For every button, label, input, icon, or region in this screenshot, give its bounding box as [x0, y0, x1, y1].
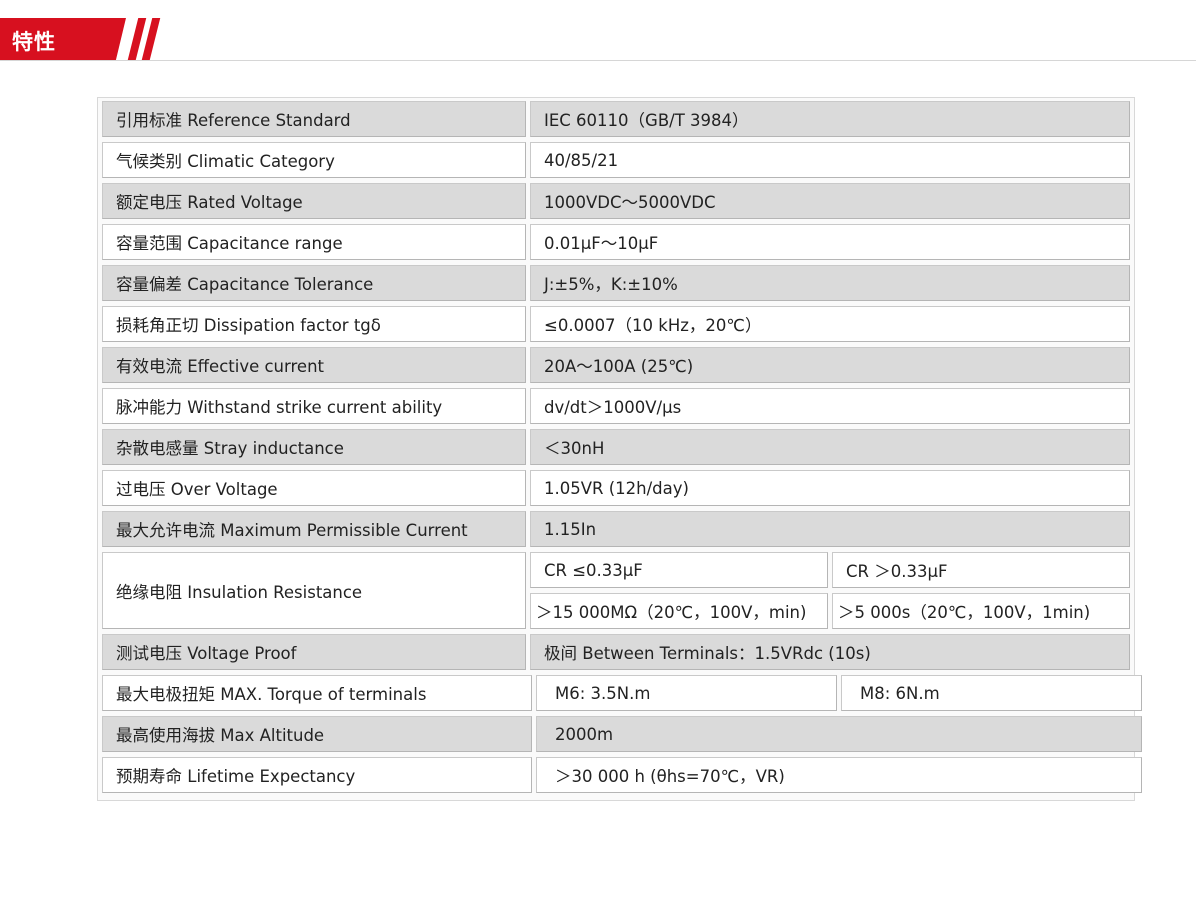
spec-value: 1.15In: [530, 511, 1130, 547]
torque-values: M6: 3.5N.m M8: 6N.m: [536, 675, 1142, 711]
spec-label: 额定电压 Rated Voltage: [102, 183, 526, 219]
spec-row-strike-current: 脉冲能力 Withstand strike current ability dv…: [102, 388, 1130, 424]
insulation-value-high: ＞5 000s（20℃，100V，1min): [832, 593, 1130, 629]
spec-label: 最大电极扭矩 MAX. Torque of terminals: [102, 675, 532, 711]
spec-value: 20A～100A (25℃): [530, 347, 1130, 383]
spec-label: 最大允许电流 Maximum Permissible Current: [102, 511, 526, 547]
spec-row-climatic-category: 气候类别 Climatic Category 40/85/21: [102, 142, 1130, 178]
spec-label: 测试电压 Voltage Proof: [102, 634, 526, 670]
spec-row-stray-inductance: 杂散电感量 Stray inductance ＜30nH: [102, 429, 1130, 465]
spec-label: 气候类别 Climatic Category: [102, 142, 526, 178]
spec-value: 1.05VR (12h/day): [530, 470, 1130, 506]
spec-row-insulation-resistance: 绝缘电阻 Insulation Resistance CR ≤0.33μF CR…: [102, 552, 1130, 629]
header-divider: [0, 60, 1196, 61]
spec-value: dv/dt＞1000V/μs: [530, 388, 1130, 424]
insulation-cr-high: CR ＞0.33μF: [832, 552, 1130, 588]
insulation-value-row: ＞15 000MΩ（20℃，100V，min) ＞5 000s（20℃，100V…: [530, 593, 1130, 629]
spec-value: ≤0.0007（10 kHz，20℃）: [530, 306, 1130, 342]
spec-value: 1000VDC～5000VDC: [530, 183, 1130, 219]
spec-value: ＜30nH: [530, 429, 1130, 465]
spec-value: 0.01μF～10μF: [530, 224, 1130, 260]
insulation-cr-row: CR ≤0.33μF CR ＞0.33μF: [530, 552, 1130, 588]
spec-label: 绝缘电阻 Insulation Resistance: [102, 552, 526, 629]
spec-value: IEC 60110（GB/T 3984）: [530, 101, 1130, 137]
spec-label: 容量范围 Capacitance range: [102, 224, 526, 260]
spec-row-rated-voltage: 额定电压 Rated Voltage 1000VDC～5000VDC: [102, 183, 1130, 219]
spec-table: 引用标准 Reference Standard IEC 60110（GB/T 3…: [97, 97, 1142, 801]
spec-row-max-current: 最大允许电流 Maximum Permissible Current 1.15I…: [102, 511, 1130, 547]
spec-label: 脉冲能力 Withstand strike current ability: [102, 388, 526, 424]
torque-m6: M6: 3.5N.m: [536, 675, 837, 711]
spec-value: ＞30 000 h (θhs=70℃，VR): [536, 757, 1142, 793]
spec-label: 杂散电感量 Stray inductance: [102, 429, 526, 465]
spec-label: 损耗角正切 Dissipation factor tgδ: [102, 306, 526, 342]
spec-row-effective-current: 有效电流 Effective current 20A～100A (25℃): [102, 347, 1130, 383]
spec-row-reference-standard: 引用标准 Reference Standard IEC 60110（GB/T 3…: [102, 101, 1130, 137]
spec-row-capacitance-range: 容量范围 Capacitance range 0.01μF～10μF: [102, 224, 1130, 260]
spec-label: 容量偏差 Capacitance Tolerance: [102, 265, 526, 301]
spec-row-capacitance-tolerance: 容量偏差 Capacitance Tolerance J:±5%，K:±10%: [102, 265, 1130, 301]
spec-label: 引用标准 Reference Standard: [102, 101, 526, 137]
spec-label: 过电压 Over Voltage: [102, 470, 526, 506]
spec-row-terminal-torque: 最大电极扭矩 MAX. Torque of terminals M6: 3.5N…: [102, 675, 1142, 711]
spec-value: J:±5%，K:±10%: [530, 265, 1130, 301]
insulation-subtable: CR ≤0.33μF CR ＞0.33μF ＞15 000MΩ（20℃，100V…: [530, 552, 1130, 629]
spec-value: 2000m: [536, 716, 1142, 752]
torque-m8: M8: 6N.m: [841, 675, 1142, 711]
spec-row-max-altitude: 最高使用海拔 Max Altitude 2000m: [102, 716, 1142, 752]
spec-value: 40/85/21: [530, 142, 1130, 178]
spec-row-voltage-proof: 测试电压 Voltage Proof 极间 Between Terminals：…: [102, 634, 1130, 670]
insulation-value-low: ＞15 000MΩ（20℃，100V，min): [530, 593, 828, 629]
insulation-cr-low: CR ≤0.33μF: [530, 552, 828, 588]
spec-row-dissipation-factor: 损耗角正切 Dissipation factor tgδ ≤0.0007（10 …: [102, 306, 1130, 342]
spec-label: 最高使用海拔 Max Altitude: [102, 716, 532, 752]
spec-row-over-voltage: 过电压 Over Voltage 1.05VR (12h/day): [102, 470, 1130, 506]
spec-value: 极间 Between Terminals：1.5VRdc (10s): [530, 634, 1130, 670]
spec-label: 有效电流 Effective current: [102, 347, 526, 383]
spec-label: 预期寿命 Lifetime Expectancy: [102, 757, 532, 793]
spec-row-lifetime: 预期寿命 Lifetime Expectancy ＞30 000 h (θhs=…: [102, 757, 1142, 793]
page-title: 特性: [12, 30, 56, 54]
